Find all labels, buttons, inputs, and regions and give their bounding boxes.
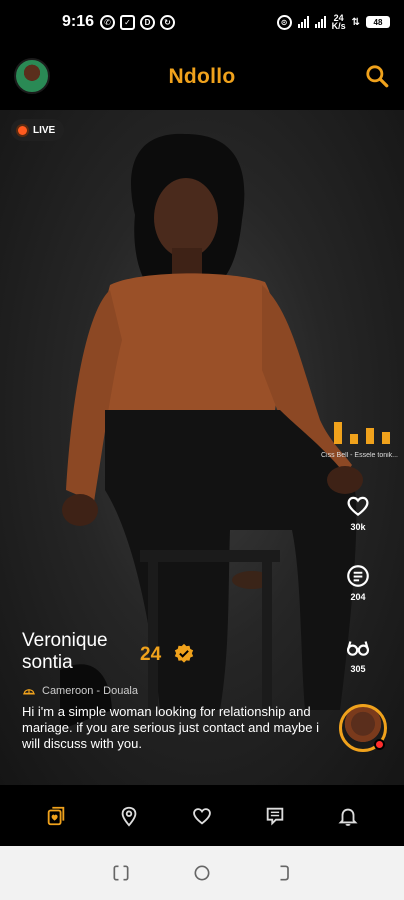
- music-track[interactable]: Ciss Bell - Essele tonik...: [310, 452, 398, 459]
- views-count: 305: [350, 664, 366, 674]
- profile-info: Veronique sontia 24 Cameroon - Douala Hi…: [22, 630, 342, 752]
- hotspot-icon: ⊙: [276, 14, 292, 30]
- net-speed-unit: K/s: [331, 21, 346, 31]
- nav-favorites[interactable]: [182, 796, 222, 836]
- notification-icons: ✆ ✓ D ↻: [100, 14, 176, 30]
- bell-icon: [338, 808, 358, 826]
- nav-notifications[interactable]: [328, 796, 368, 836]
- whatsapp-icon: ✆: [100, 14, 116, 30]
- system-nav-bar: [0, 846, 404, 900]
- signal-icon-2: [314, 16, 326, 28]
- bottom-nav: [0, 785, 404, 846]
- glasses-icon: [346, 641, 370, 656]
- profile-location: Cameroon - Douala: [42, 685, 138, 697]
- wifi-icon: ⇅: [351, 16, 360, 28]
- globe-icon: [23, 689, 35, 695]
- back-icon[interactable]: [273, 863, 293, 883]
- d-app-icon: D: [140, 14, 156, 30]
- comment-action[interactable]: 204: [328, 563, 388, 602]
- music-visualizer: [334, 420, 390, 444]
- likes-count: 30k: [350, 522, 366, 532]
- status-time: 9:16: [62, 13, 95, 30]
- recent-apps-icon[interactable]: [111, 863, 131, 883]
- like-action[interactable]: 30k: [328, 493, 388, 532]
- comments-count: 204: [350, 592, 366, 602]
- nav-feed[interactable]: [36, 796, 76, 836]
- net-speed: 24 K/s: [331, 14, 346, 31]
- live-feed-card[interactable]: LIVE Ciss Bell - Essele tonik... 30k 204…: [0, 110, 404, 785]
- profile-age: 24: [140, 644, 162, 665]
- user-avatar[interactable]: [14, 58, 50, 94]
- nav-location[interactable]: [109, 796, 149, 836]
- status-right: ⊙ 24 K/s ⇅ 48: [276, 14, 390, 31]
- heart-outline-icon: [347, 496, 369, 517]
- nav-messages[interactable]: [255, 796, 295, 836]
- live-label: LIVE: [33, 124, 56, 136]
- location-pin-icon: [121, 806, 137, 827]
- live-badge: LIVE: [11, 119, 65, 141]
- live-dot: [18, 125, 27, 135]
- shield-icon: ✓: [120, 14, 136, 30]
- feed-icon: [48, 806, 65, 825]
- sync-icon: ↻: [160, 14, 176, 30]
- search-icon[interactable]: [364, 63, 390, 89]
- comment-icon: [347, 565, 369, 587]
- battery-icon: 48: [366, 16, 390, 28]
- verified-badge-icon: [174, 643, 194, 663]
- status-bar: 9:16 ✆ ✓ D ↻ ⊙ 24 K/s ⇅ 48: [0, 0, 404, 44]
- app-header: Ndollo: [0, 44, 404, 110]
- profile-bio: Hi i'm a simple woman looking for relati…: [22, 704, 319, 751]
- profile-avatar[interactable]: [339, 704, 387, 752]
- signal-icon: [297, 16, 309, 28]
- app-title: Ndollo: [168, 65, 236, 88]
- profile-name[interactable]: Veronique sontia: [22, 630, 132, 674]
- home-icon[interactable]: [192, 863, 212, 883]
- heart-icon: [193, 807, 211, 824]
- battery-level: 48: [373, 17, 383, 27]
- location-row: Cameroon - Douala: [22, 684, 342, 698]
- online-status-dot: [374, 739, 385, 750]
- chat-icon: [266, 807, 284, 826]
